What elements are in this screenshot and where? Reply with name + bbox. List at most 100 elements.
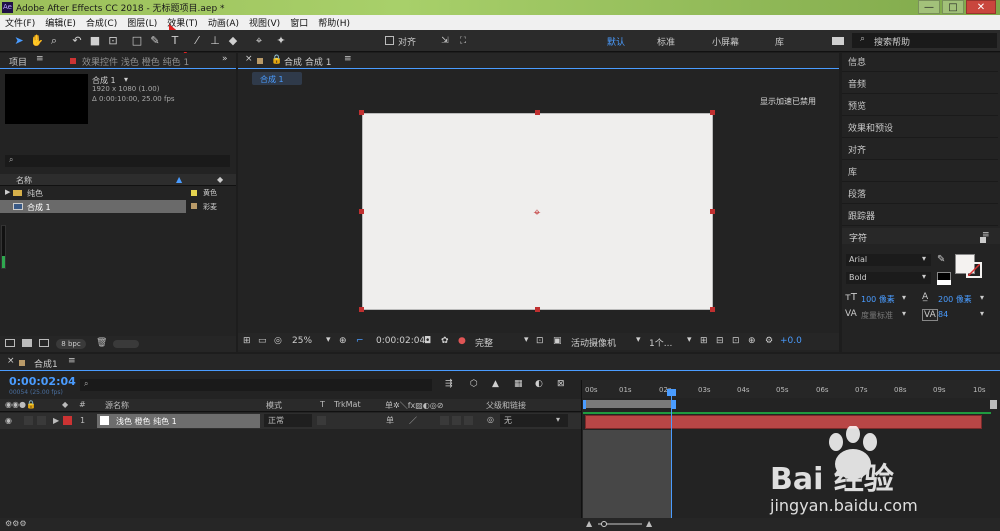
brush-tool-icon[interactable]: ⁄ xyxy=(190,34,204,48)
av-features-icon[interactable]: ◉◉●🔒 xyxy=(5,400,36,409)
list-item-selected[interactable]: 合成 1 xyxy=(0,200,186,213)
views-select[interactable]: 1个... xyxy=(649,336,672,349)
exposure-icon[interactable]: ⚙ xyxy=(765,336,773,346)
chevron-down-icon[interactable]: ▾ xyxy=(326,335,331,345)
menu-composition[interactable]: 合成(C) xyxy=(81,16,122,29)
hand-tool-icon[interactable]: ✋ xyxy=(30,34,44,48)
transform-handle[interactable] xyxy=(359,110,364,115)
lock-icon[interactable]: 🔒 xyxy=(271,55,282,65)
layer-name-field[interactable]: 浅色 橙色 纯色 1 xyxy=(97,414,260,428)
expand-arrow-icon[interactable]: ▶ xyxy=(5,188,10,196)
frame-blending-icon[interactable]: ▦ xyxy=(514,379,523,389)
panel-effects-presets[interactable]: 效果和预设 xyxy=(848,121,893,134)
clone-stamp-tool-icon[interactable]: ⊥ xyxy=(208,34,222,48)
flowchart-icon[interactable]: ⊕ xyxy=(748,336,756,346)
expand-arrow-icon[interactable]: ▶ xyxy=(53,416,59,425)
draft-3d-icon[interactable]: ⬡ xyxy=(470,379,478,389)
exposure-value[interactable]: +0.0 xyxy=(780,336,802,346)
work-area-end[interactable] xyxy=(672,400,676,409)
snap-options-icon[interactable]: ⛶ xyxy=(456,34,470,48)
zoom-tool-icon[interactable]: ⌕ xyxy=(47,34,61,48)
preserve-transparency-header[interactable]: T xyxy=(320,400,325,409)
workspace-library[interactable]: 库 xyxy=(775,35,784,48)
align-checkbox[interactable] xyxy=(385,36,394,45)
pick-whip-icon[interactable]: ◎ xyxy=(487,415,494,424)
close-tab-icon[interactable]: × xyxy=(245,54,253,64)
roto-brush-tool-icon[interactable]: ⌖ xyxy=(252,34,266,48)
comp-dropdown-icon[interactable]: ▾ xyxy=(124,75,128,84)
panel-paragraph[interactable]: 段落 xyxy=(848,187,866,200)
trash-icon[interactable]: 🗑 xyxy=(96,338,107,348)
parent-select[interactable]: 无 ▾ xyxy=(500,414,568,427)
quality-switch-icon[interactable]: ／ xyxy=(409,415,417,426)
expand-panels-icon[interactable]: » xyxy=(222,54,228,64)
panel-libraries[interactable]: 库 xyxy=(848,165,857,178)
comp-breadcrumb[interactable]: 合成 1 xyxy=(252,72,302,85)
tracking-value[interactable]: 84 xyxy=(938,310,948,319)
reset-exposure-icon[interactable]: ⊟ xyxy=(716,336,724,346)
panel-menu-icon[interactable]: ≡ xyxy=(36,54,44,64)
label-column-icon[interactable]: ◆ xyxy=(62,400,68,409)
eyedropper-icon[interactable]: ✎ xyxy=(937,254,945,265)
transform-handle[interactable] xyxy=(359,209,364,214)
rotate-tool-icon[interactable]: ↶ xyxy=(70,34,84,48)
tab-project[interactable]: 项目 xyxy=(9,55,27,68)
chevron-down-icon[interactable]: ▾ xyxy=(980,293,984,302)
transform-handle[interactable] xyxy=(710,110,715,115)
snapshot-icon[interactable]: ◘ xyxy=(424,336,431,346)
switch-toggle[interactable] xyxy=(452,416,461,425)
type-tool-icon[interactable]: T xyxy=(168,34,182,48)
preserve-transparency-toggle[interactable] xyxy=(317,416,326,425)
list-item[interactable]: ▶ 纯色 黄色 xyxy=(0,187,236,199)
layer-label-color-icon[interactable] xyxy=(63,416,72,425)
font-size-value[interactable]: 100 像素 xyxy=(861,294,895,305)
help-search-input[interactable]: 搜索帮助 xyxy=(874,35,910,48)
chevron-down-icon[interactable]: ▾ xyxy=(524,335,529,345)
selection-tool-icon[interactable]: ➤ xyxy=(12,34,26,48)
monitor-icon[interactable]: ▭ xyxy=(258,336,267,346)
menu-layer[interactable]: 图层(L) xyxy=(122,16,162,29)
graph-editor-icon[interactable]: ⊠ xyxy=(557,379,565,389)
transparency-grid-icon[interactable]: ▣ xyxy=(553,336,562,346)
anchor-point-icon[interactable]: ⌖ xyxy=(530,205,544,219)
solo-toggle[interactable] xyxy=(37,416,46,425)
transform-handle[interactable] xyxy=(710,209,715,214)
channel-icon[interactable]: ● xyxy=(458,336,466,346)
work-area-start[interactable] xyxy=(583,400,586,409)
menu-file[interactable]: 文件(F) xyxy=(0,16,40,29)
panel-align[interactable]: 对齐 xyxy=(848,143,866,156)
playhead-handle[interactable] xyxy=(667,389,676,396)
zoom-slider-handle[interactable] xyxy=(601,521,607,527)
parent-header[interactable]: 父级和链接 xyxy=(486,400,526,411)
audio-toggle[interactable] xyxy=(24,416,33,425)
project-search-input[interactable]: ⌕ xyxy=(5,155,230,167)
chevron-down-icon[interactable]: ▾ xyxy=(980,309,984,318)
chevron-down-icon[interactable]: ▾ xyxy=(636,335,641,345)
layer-bar[interactable] xyxy=(585,415,982,429)
zoom-in-icon[interactable]: ▲ xyxy=(646,519,652,528)
grid-icon[interactable]: ⊕ xyxy=(339,336,347,346)
stroke-color-swatch[interactable] xyxy=(966,262,982,278)
bit-depth-button[interactable]: 8 bpc xyxy=(56,339,86,349)
puppet-tool-icon[interactable]: ✦ xyxy=(274,34,288,48)
workspace-standard[interactable]: 标准 xyxy=(657,35,675,48)
flowchart-toggle[interactable] xyxy=(113,340,139,348)
transform-handle[interactable] xyxy=(535,307,540,312)
new-folder-icon[interactable] xyxy=(22,339,32,347)
chevron-down-icon[interactable]: ▾ xyxy=(902,293,906,302)
fast-preview-icon[interactable]: ⊡ xyxy=(536,336,544,346)
comp-end-marker[interactable] xyxy=(990,400,997,409)
shy-switch-icon[interactable]: 单 xyxy=(386,415,394,426)
tab-effect-controls[interactable]: 效果控件 浅色 橙色 纯色 1 xyxy=(82,55,189,68)
zoom-level[interactable]: 25% xyxy=(292,336,312,346)
switches-header-icon[interactable]: 单✲＼fx▨◐◎⊘ xyxy=(385,400,443,411)
camera-select[interactable]: 活动摄像机 xyxy=(571,336,616,349)
source-name-header[interactable]: 源名称 xyxy=(105,400,129,411)
draft-3d-icon[interactable]: ⊡ xyxy=(732,336,740,346)
layer-search-input[interactable]: ⌕ xyxy=(80,379,432,391)
swap-colors-icon[interactable] xyxy=(980,237,986,243)
layer-switches-icon[interactable]: ⚙⚙⚙ xyxy=(5,519,27,528)
menu-help[interactable]: 帮助(H) xyxy=(313,16,355,29)
rectangle-tool-icon[interactable]: □ xyxy=(130,34,144,48)
trkmat-header[interactable]: TrkMat xyxy=(334,400,361,409)
